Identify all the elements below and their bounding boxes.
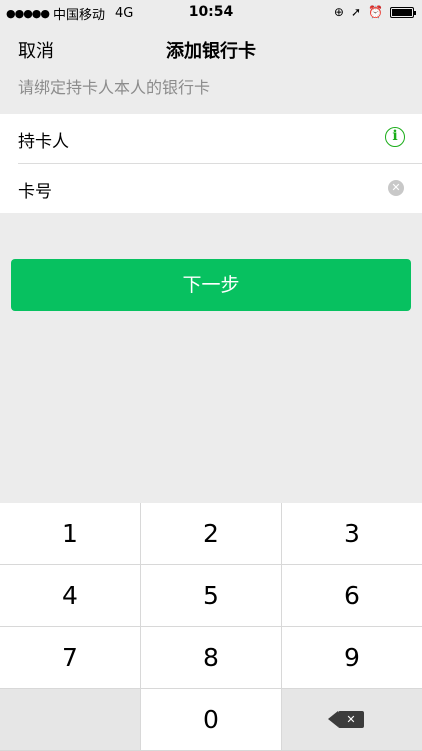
navigation-bar: 取消 添加银行卡 <box>0 30 422 66</box>
status-bar-right: ⊕ ➚ ⏰ <box>333 5 416 19</box>
alarm-icon: ⏰ <box>368 5 383 19</box>
clear-icon[interactable]: ✕ <box>388 180 404 196</box>
card-number-label: 卡号 <box>18 182 52 202</box>
battery-icon <box>390 6 416 18</box>
key-5[interactable]: 5 <box>141 565 281 626</box>
page-title: 添加银行卡 <box>166 41 256 62</box>
key-1[interactable]: 1 <box>0 503 140 564</box>
backspace-icon[interactable]: ✕ <box>338 711 364 728</box>
cardholder-field[interactable]: 持卡人 i <box>0 114 422 164</box>
key-7[interactable]: 7 <box>0 627 140 688</box>
key-4[interactable]: 4 <box>0 565 140 626</box>
page-subtitle: 请绑定持卡人本人的银行卡 <box>18 78 211 97</box>
key-empty <box>0 689 140 750</box>
key-9[interactable]: 9 <box>282 627 422 688</box>
key-3[interactable]: 3 <box>282 503 422 564</box>
status-bar: ●●●●● 中国移动 4G 10:54 ⊕ ➚ ⏰ <box>0 0 422 24</box>
card-form: 持卡人 i 卡号 ✕ <box>0 114 422 213</box>
key-8[interactable]: 8 <box>141 627 281 688</box>
info-icon[interactable]: i <box>385 127 405 147</box>
next-button[interactable]: 下一步 <box>11 259 411 311</box>
key-0[interactable]: 0 <box>141 689 281 750</box>
cardholder-label: 持卡人 <box>18 132 69 152</box>
rotation-lock-icon: ⊕ <box>333 5 344 19</box>
key-2[interactable]: 2 <box>141 503 281 564</box>
key-6[interactable]: 6 <box>282 565 422 626</box>
card-number-field[interactable]: 卡号 ✕ <box>0 164 422 213</box>
location-arrow-icon: ➚ <box>350 5 362 19</box>
backspace-icon-tip <box>328 711 338 727</box>
